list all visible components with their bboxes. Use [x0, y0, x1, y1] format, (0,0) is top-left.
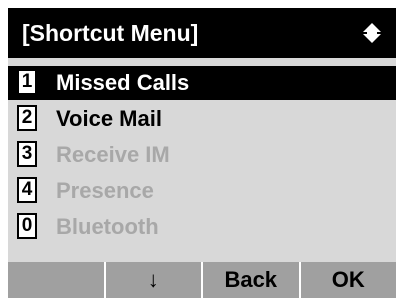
- menu-item-voice-mail[interactable]: 2 Voice Mail: [8, 102, 396, 136]
- up-down-arrow-icon: [358, 22, 386, 44]
- page-title: [Shortcut Menu]: [22, 20, 199, 46]
- softkey-ok[interactable]: OK: [300, 262, 396, 298]
- menu-item-presence[interactable]: 4 Presence: [8, 174, 396, 208]
- menu-key-2: 2: [17, 105, 37, 131]
- menu-item-label: Voice Mail: [56, 106, 162, 131]
- menu-item-label: Receive IM: [56, 142, 170, 167]
- menu-key-3: 3: [17, 141, 37, 167]
- menu-item-label: Presence: [56, 178, 154, 203]
- softkey-down-arrow[interactable]: ↓: [105, 262, 201, 298]
- menu-item-label: Bluetooth: [56, 214, 159, 239]
- menu-item-bluetooth[interactable]: 0 Bluetooth: [8, 210, 396, 244]
- menu-item-label: Missed Calls: [56, 70, 190, 95]
- softkey-back[interactable]: Back: [203, 262, 299, 298]
- softkey-1[interactable]: [8, 262, 104, 298]
- menu-item-missed-calls[interactable]: 1 Missed Calls: [8, 66, 396, 100]
- menu-key-4: 4: [17, 177, 37, 203]
- menu-item-receive-im[interactable]: 3 Receive IM: [8, 138, 396, 172]
- title-bar: [Shortcut Menu]: [8, 8, 396, 58]
- menu-key-1: 1: [17, 69, 37, 95]
- phone-screen: [Shortcut Menu] 1 Missed Calls 2 Voice M…: [8, 8, 396, 298]
- softkey-bar: ↓ Back OK: [8, 262, 396, 298]
- menu-key-0: 0: [17, 213, 37, 239]
